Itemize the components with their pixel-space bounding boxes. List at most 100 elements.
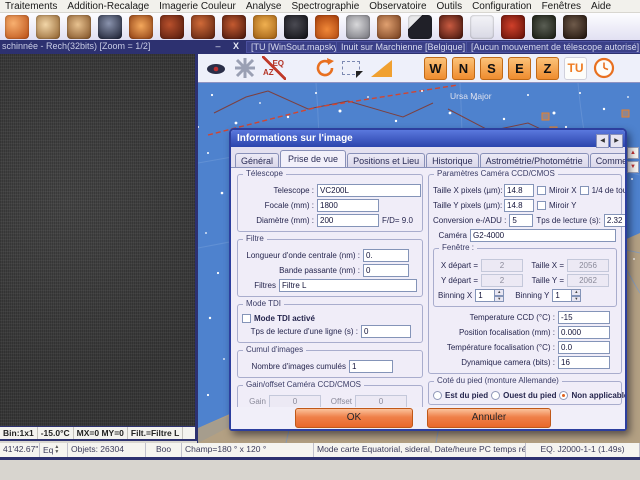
camera-input[interactable]: [470, 229, 616, 242]
field-of-view-status: Champ=180 ° x 120 °: [182, 443, 314, 457]
menu-observatoire[interactable]: Observatoire: [369, 0, 426, 13]
radio-est-du-pied[interactable]: Est du pied: [433, 391, 488, 400]
zenith-button[interactable]: Z: [536, 57, 559, 80]
telescope-icon[interactable]: [160, 15, 184, 39]
moon-icon[interactable]: [346, 15, 370, 39]
mount-head-icon[interactable]: [284, 15, 308, 39]
menu-spectrographie[interactable]: Spectrographie: [291, 0, 359, 13]
nombre-images-input[interactable]: [349, 360, 393, 373]
mode-tdi-checkbox[interactable]: [242, 314, 251, 323]
universal-time-button[interactable]: TU: [564, 57, 587, 80]
center-crosshair-icon[interactable]: [233, 56, 257, 80]
menu-outils[interactable]: Outils: [437, 0, 463, 13]
conversion-input[interactable]: [509, 214, 533, 227]
radio-non-applicable-icon[interactable]: [559, 391, 568, 400]
magnifier-plus-icon[interactable]: [67, 15, 91, 39]
binning-y-input[interactable]: [552, 289, 572, 302]
rotate-field-icon[interactable]: [313, 56, 337, 80]
tps-lecture-ligne-input[interactable]: [361, 325, 411, 338]
bande-passante-input[interactable]: [363, 264, 409, 277]
minimize-button[interactable]: –: [212, 40, 224, 53]
focuser-icon[interactable]: [253, 15, 277, 39]
quart-tour-checkbox[interactable]: [580, 186, 589, 195]
tab-positions-et-lieu[interactable]: Positions et Lieu: [347, 153, 425, 168]
film-frame-icon[interactable]: [532, 15, 556, 39]
map-spin-up-button[interactable]: ▲: [627, 147, 639, 159]
tab-scroll-left-icon[interactable]: ◀: [596, 134, 609, 148]
telescope-input[interactable]: [317, 184, 421, 197]
frame-spin-icons[interactable]: ▲▼: [54, 445, 59, 455]
binning-x-input[interactable]: [475, 289, 495, 302]
temperature-ccd-input[interactable]: [558, 311, 610, 324]
rotate-graphic: [313, 56, 337, 80]
compass-south-button[interactable]: S: [480, 57, 503, 80]
filtres-input[interactable]: [279, 279, 417, 292]
star-capture-icon[interactable]: [98, 15, 122, 39]
binning-y-spin-icons[interactable]: ▲▼: [572, 289, 581, 302]
tab-historique[interactable]: Historique: [426, 153, 479, 168]
astro-image-view[interactable]: [0, 54, 197, 426]
binning-y-stepper[interactable]: ▲▼: [552, 289, 581, 302]
miroir-y-checkbox[interactable]: [537, 201, 546, 210]
radio-est-icon[interactable]: [433, 391, 442, 400]
eye-icon[interactable]: [204, 56, 228, 80]
clock-icon[interactable]: [592, 56, 616, 80]
diametre-input[interactable]: [317, 214, 379, 227]
binning-x-spin-icons[interactable]: ▲▼: [495, 289, 504, 302]
fan-gear-icon[interactable]: [129, 15, 153, 39]
miroir-x-checkbox[interactable]: [537, 186, 546, 195]
temperature-focalisation-input[interactable]: [558, 341, 610, 354]
tab-astrometrie-photometrie[interactable]: Astrométrie/Photométrie: [480, 153, 589, 168]
dynamique-camera-input[interactable]: [558, 356, 610, 369]
protractor-icon[interactable]: [371, 56, 395, 80]
menu-analyse[interactable]: Analyse: [246, 0, 282, 13]
longueur-onde-input[interactable]: [363, 249, 409, 262]
map-spin-down-button[interactable]: ▼: [627, 161, 639, 173]
radio-ouest-label: Ouest du pied: [503, 391, 556, 400]
menu-imagerie-couleur[interactable]: Imagerie Couleur: [159, 0, 236, 13]
radio-non-applicable[interactable]: Non applicable: [559, 391, 625, 400]
eq-az-toggle-icon[interactable]: EQ AZ: [262, 56, 286, 80]
planet-icon[interactable]: [5, 15, 29, 39]
histogram-panel-icon[interactable]: [408, 15, 432, 39]
binning-x-stepper[interactable]: ▲▼: [475, 289, 504, 302]
position-focalisation-input[interactable]: [558, 326, 610, 339]
arc-curve-icon[interactable]: [470, 15, 494, 39]
compass-east-button[interactable]: E: [508, 57, 531, 80]
frame-selector[interactable]: Eq ▲▼: [40, 443, 68, 457]
ccd-camera-icon[interactable]: [222, 15, 246, 39]
taille-y-input[interactable]: [504, 199, 534, 212]
lens-icon[interactable]: [191, 15, 215, 39]
menu-fenetres[interactable]: Fenêtres: [542, 0, 581, 13]
close-button[interactable]: X: [230, 40, 242, 53]
focale-input[interactable]: [317, 199, 379, 212]
tab-scroll-right-icon[interactable]: ▶: [610, 134, 623, 148]
compass-west-button[interactable]: W: [424, 57, 447, 80]
taille-x-input[interactable]: [504, 184, 534, 197]
cancel-button[interactable]: Annuler: [427, 408, 551, 428]
radio-ouest-icon[interactable]: [491, 391, 500, 400]
tab-commentaires[interactable]: Commentaires: [590, 153, 625, 168]
flame-drop-icon[interactable]: [315, 15, 339, 39]
taille-x-label: Taille X pixels (µm):: [433, 186, 501, 195]
miroir-x-label: Miroir X: [549, 186, 577, 195]
copper-disc-icon[interactable]: [377, 15, 401, 39]
tab-general[interactable]: Général: [235, 153, 279, 168]
dome-panel-icon[interactable]: [563, 15, 587, 39]
menu-configuration[interactable]: Configuration: [472, 0, 531, 13]
tps-lecture-input[interactable]: [604, 214, 625, 227]
clamp-icon[interactable]: [439, 15, 463, 39]
menu-addition-recalage[interactable]: Addition-Recalage: [67, 0, 149, 13]
menu-traitements[interactable]: Traitements: [5, 0, 57, 13]
radio-ouest-du-pied[interactable]: Ouest du pied: [491, 391, 556, 400]
filter-status: Filt.=Filtre L: [128, 427, 183, 439]
cumul-images-group: Cumul d'images Nombre d'images cumulés: [237, 350, 423, 378]
menu-aide[interactable]: Aide: [591, 0, 611, 13]
selection-rect-icon[interactable]: [342, 56, 366, 80]
red-wrench-icon[interactable]: [501, 15, 525, 39]
ok-button[interactable]: OK: [295, 408, 413, 428]
compass-north-button[interactable]: N: [452, 57, 475, 80]
tab-prise-de-vue[interactable]: Prise de vue: [280, 150, 346, 168]
magnifier-icon[interactable]: [36, 15, 60, 39]
desktop-area: [0, 460, 640, 480]
